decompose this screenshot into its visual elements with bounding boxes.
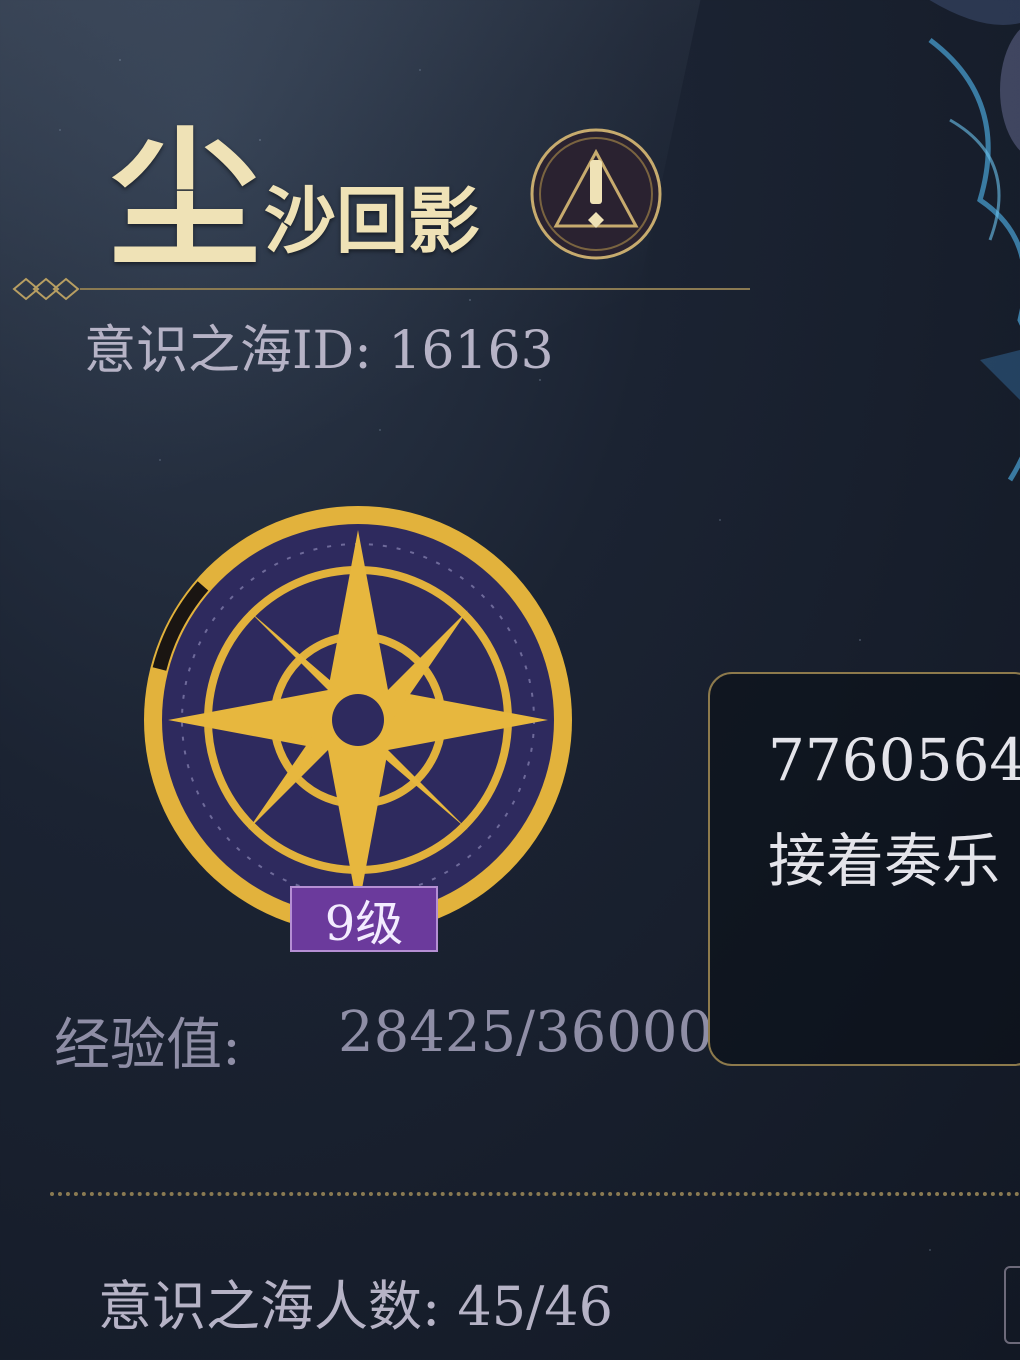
message-box[interactable]: 77605649 接着奏乐 [708, 672, 1020, 1066]
members-value: 45/46 [457, 1275, 613, 1338]
members-count: 意识之海人数: 45/46 [98, 1262, 613, 1341]
message-line-1: 77605649 [768, 726, 1020, 794]
message-line-2: 接着奏乐 [768, 827, 1001, 895]
sea-id-label: 意识之海ID: [84, 321, 372, 381]
character-art-decoration [928, 0, 1020, 482]
title-divider [12, 277, 750, 301]
exclamation-triangle-icon[interactable] [528, 126, 664, 262]
level-badge: 9级 [290, 886, 438, 952]
title-first-char: 尘 [110, 112, 261, 288]
compass-emblem [144, 506, 572, 934]
members-label: 意识之海人数: [98, 1275, 441, 1338]
section-divider [50, 1192, 1020, 1196]
title-rest: 沙回影 [264, 178, 481, 263]
exp-label: 经验值: [54, 1013, 241, 1078]
exp-value: 28425/36000 [338, 1000, 714, 1065]
sea-id-value: 16163 [388, 321, 554, 381]
page-title: 尘 沙回影 [110, 112, 481, 288]
partial-button[interactable] [1004, 1266, 1020, 1344]
sea-id: 意识之海ID: 16163 [84, 308, 554, 383]
